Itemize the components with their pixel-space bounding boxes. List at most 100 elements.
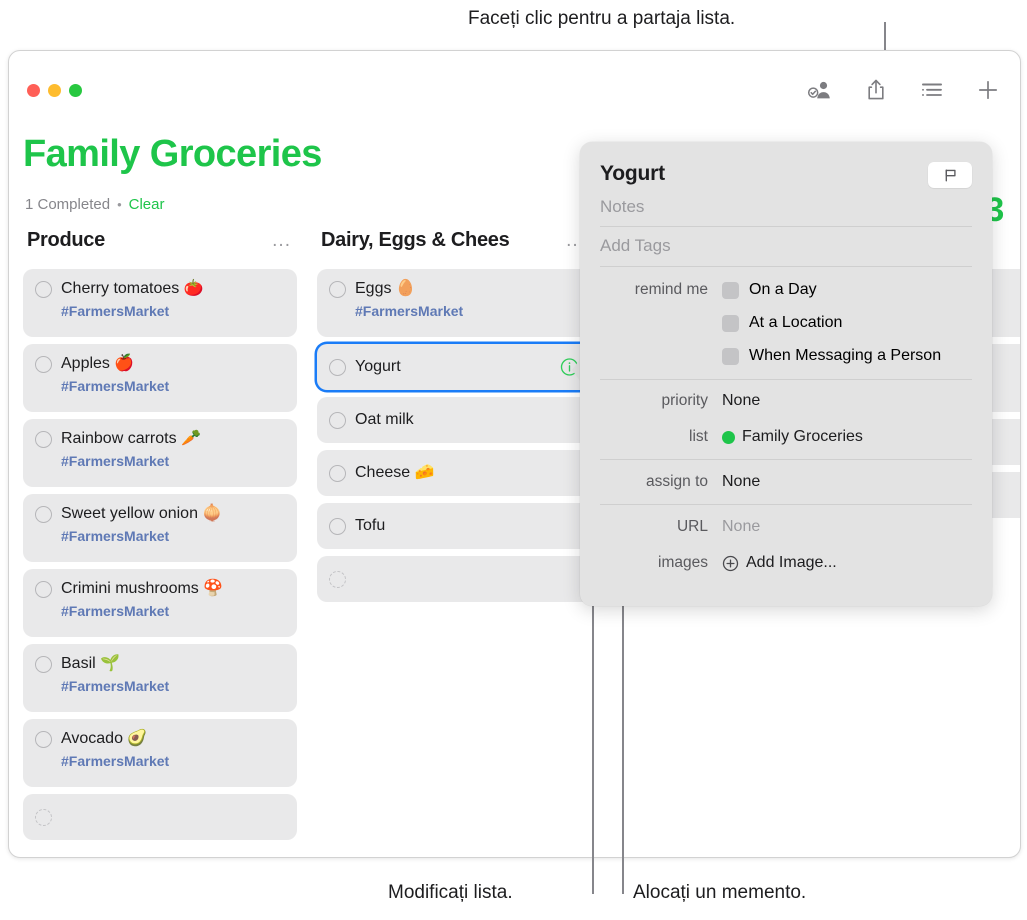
priority-value: None xyxy=(722,392,761,409)
reminder-complete-circle-icon[interactable] xyxy=(35,581,52,598)
share-icon[interactable] xyxy=(862,76,890,104)
images-field[interactable]: images Add Image... xyxy=(580,545,992,581)
reminder-row[interactable]: Crimini mushrooms 🍄 #FarmersMarket xyxy=(23,569,297,637)
reminder-title: Yogurt xyxy=(355,358,401,375)
reminder-title: Tofu xyxy=(355,517,386,534)
reminder-row[interactable]: Tofu xyxy=(317,503,591,549)
column-header: Dairy, Eggs & Chees... xyxy=(317,229,591,263)
reminder-complete-circle-icon[interactable] xyxy=(35,731,52,748)
reminder-complete-circle-icon[interactable] xyxy=(35,356,52,373)
reminder-tag[interactable]: #FarmersMarket xyxy=(61,601,285,621)
reminder-row[interactable]: Basil 🌱 #FarmersMarket xyxy=(23,644,297,712)
reminder-title: Crimini mushrooms 🍄 xyxy=(61,580,224,597)
tags-field[interactable]: Add Tags xyxy=(580,227,992,266)
completed-status-bar: 1 Completed • Clear xyxy=(25,196,164,213)
notes-field[interactable]: Notes xyxy=(580,188,992,226)
priority-label: priority xyxy=(661,392,708,409)
reminder-tag[interactable]: #FarmersMarket xyxy=(61,301,285,321)
reminder-complete-circle-icon[interactable] xyxy=(329,517,346,535)
window-toolbar xyxy=(806,76,1002,104)
reminder-complete-circle-icon[interactable] xyxy=(329,411,346,429)
reminder-title: Avocado 🥑 xyxy=(61,730,148,747)
reminder-row[interactable]: Oat milk xyxy=(317,397,591,443)
status-separator: • xyxy=(117,197,122,212)
reminder-complete-circle-icon[interactable] xyxy=(329,281,346,298)
reminder-tag[interactable]: #FarmersMarket xyxy=(61,751,285,771)
list-view-icon[interactable] xyxy=(918,76,946,104)
list-value: Family Groceries xyxy=(722,426,863,448)
reminder-body: Crimini mushrooms 🍄 #FarmersMarket xyxy=(61,579,285,621)
reminder-row[interactable]: Cherry tomatoes 🍅 #FarmersMarket xyxy=(23,269,297,337)
zoom-window-button[interactable] xyxy=(69,84,82,97)
column-more-button[interactable]: ... xyxy=(272,231,291,250)
reminder-title: Basil 🌱 xyxy=(61,655,121,672)
assign-to-value: None xyxy=(722,473,761,490)
checkbox[interactable] xyxy=(722,314,739,332)
reminder-title: Sweet yellow onion 🧅 xyxy=(61,505,223,522)
reminder-tag[interactable]: #FarmersMarket xyxy=(61,676,285,696)
list-name: Family Groceries xyxy=(742,428,863,445)
url-field[interactable]: URL None xyxy=(580,505,992,545)
assign-to-field[interactable]: assign to None xyxy=(580,460,992,504)
reminder-body: Tofu xyxy=(355,516,579,536)
assign-to-label: assign to xyxy=(645,473,708,490)
reminder-row[interactable]: Eggs 🥚 #FarmersMarket xyxy=(317,269,591,337)
remind-option-when-messaging[interactable]: When Messaging a Person xyxy=(722,345,941,367)
assigned-reminders-icon[interactable] xyxy=(806,76,834,104)
reminder-detail-popover: Yogurt Notes Add Tags remind me On a Day… xyxy=(580,142,992,606)
reminder-body: Eggs 🥚 #FarmersMarket xyxy=(355,279,579,321)
flag-icon[interactable] xyxy=(928,162,972,188)
reminder-row[interactable]: Sweet yellow onion 🧅 #FarmersMarket xyxy=(23,494,297,562)
reminder-row[interactable]: Yogurt xyxy=(317,344,591,390)
callout-edit-list-label: Modificați lista. xyxy=(388,882,513,903)
reminder-row[interactable]: Apples 🍎 #FarmersMarket xyxy=(23,344,297,412)
reminder-title: Oat milk xyxy=(355,411,414,428)
reminder-tag[interactable]: #FarmersMarket xyxy=(61,451,285,471)
column-header: Produce... xyxy=(23,229,297,263)
minimize-window-button[interactable] xyxy=(48,84,61,97)
new-reminder-row[interactable] xyxy=(23,794,297,840)
checkbox[interactable] xyxy=(722,347,739,365)
list-field[interactable]: list Family Groceries xyxy=(580,419,992,459)
callout-share-label: Faceți clic pentru a partaja lista. xyxy=(468,8,736,29)
page-title: Family Groceries xyxy=(23,133,322,175)
remind-me-section: remind me On a Day At a Location When Me… xyxy=(580,267,992,379)
reminder-row[interactable]: Cheese 🧀 xyxy=(317,450,591,496)
remind-options-list: On a Day At a Location When Messaging a … xyxy=(722,279,941,367)
list-label: list xyxy=(689,428,708,445)
reminder-body: Rainbow carrots 🥕 #FarmersMarket xyxy=(61,429,285,471)
reminder-list: Eggs 🥚 #FarmersMarket Yogurt Oat milk Cheese… xyxy=(317,269,591,602)
reminder-tag[interactable]: #FarmersMarket xyxy=(355,301,579,321)
add-image-plus-icon[interactable] xyxy=(722,555,739,572)
reminder-tag[interactable]: #FarmersMarket xyxy=(61,376,285,396)
reminder-body: Yogurt xyxy=(355,357,579,377)
remind-option-on-a-day[interactable]: On a Day xyxy=(722,279,941,301)
images-label: images xyxy=(658,554,708,571)
reminder-complete-circle-icon[interactable] xyxy=(329,358,346,376)
remind-option-at-a-location[interactable]: At a Location xyxy=(722,312,941,334)
add-image-label: Add Image... xyxy=(746,554,837,571)
new-reminder-circle-icon[interactable] xyxy=(35,808,52,826)
images-value: Add Image... xyxy=(722,552,837,574)
reminder-complete-circle-icon[interactable] xyxy=(35,431,52,448)
reminder-body: Avocado 🥑 #FarmersMarket xyxy=(61,729,285,771)
clear-completed-button[interactable]: Clear xyxy=(129,196,165,213)
reminder-tag[interactable]: #FarmersMarket xyxy=(61,526,285,546)
new-reminder-circle-icon[interactable] xyxy=(329,570,346,588)
reminder-row[interactable]: Rainbow carrots 🥕 #FarmersMarket xyxy=(23,419,297,487)
reminder-complete-circle-icon[interactable] xyxy=(35,656,52,673)
add-reminder-icon[interactable] xyxy=(974,76,1002,104)
close-window-button[interactable] xyxy=(27,84,40,97)
remind-me-label: remind me xyxy=(634,281,708,298)
checkbox[interactable] xyxy=(722,281,739,299)
new-reminder-row[interactable] xyxy=(317,556,591,602)
reminder-title: Apples 🍎 xyxy=(61,355,135,372)
reminder-row[interactable]: Avocado 🥑 #FarmersMarket xyxy=(23,719,297,787)
reminder-complete-circle-icon[interactable] xyxy=(35,281,52,298)
reminder-complete-circle-icon[interactable] xyxy=(329,464,346,482)
url-label: URL xyxy=(676,518,708,535)
reminder-complete-circle-icon[interactable] xyxy=(35,506,52,523)
reminder-body: Cheese 🧀 xyxy=(355,463,579,483)
priority-field[interactable]: priority None xyxy=(580,380,992,419)
callout-assign-label: Alocați un memento. xyxy=(633,882,807,903)
